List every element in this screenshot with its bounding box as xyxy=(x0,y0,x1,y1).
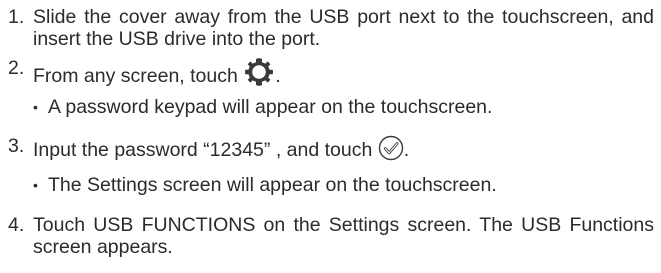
step-2: 2. From any screen, touch . xyxy=(8,57,654,92)
instruction-list: 1. Slide the cover away from the USB por… xyxy=(0,0,661,273)
note-text: A password keypad will appear on the tou… xyxy=(48,96,493,118)
step-2-note: • A password keypad will appear on the t… xyxy=(33,96,653,118)
step-number: 4. xyxy=(8,214,25,236)
step-1: 1. Slide the cover away from the USB por… xyxy=(8,6,654,50)
checkmark-circle-icon xyxy=(378,135,404,166)
step-3-note: • The Settings screen will appear on the… xyxy=(33,174,653,196)
step-text-before: From any screen, touch xyxy=(33,65,238,87)
step-text: Slide the cover away from the USB port n… xyxy=(33,6,654,50)
step-text: Touch USB FUNCTIONS on the Settings scre… xyxy=(33,214,654,258)
step-3: 3. Input the password “12345” , and touc… xyxy=(8,135,654,166)
note-text: The Settings screen will appear on the t… xyxy=(48,174,497,196)
step-4: 4. Touch USB FUNCTIONS on the Settings s… xyxy=(8,214,654,258)
step-text-before: Input the password “12345” , and touch xyxy=(33,139,373,161)
step-number: 2. xyxy=(8,57,25,79)
step-text-after: . xyxy=(403,139,410,161)
step-text: From any screen, touch . xyxy=(33,57,654,92)
step-text-after: . xyxy=(275,65,281,87)
step-number: 3. xyxy=(8,135,25,157)
bullet: • xyxy=(33,99,38,115)
step-text: Input the password “12345” , and touch . xyxy=(33,135,654,166)
gear-icon xyxy=(243,57,275,92)
bullet: • xyxy=(33,177,38,193)
step-number: 1. xyxy=(8,6,25,28)
